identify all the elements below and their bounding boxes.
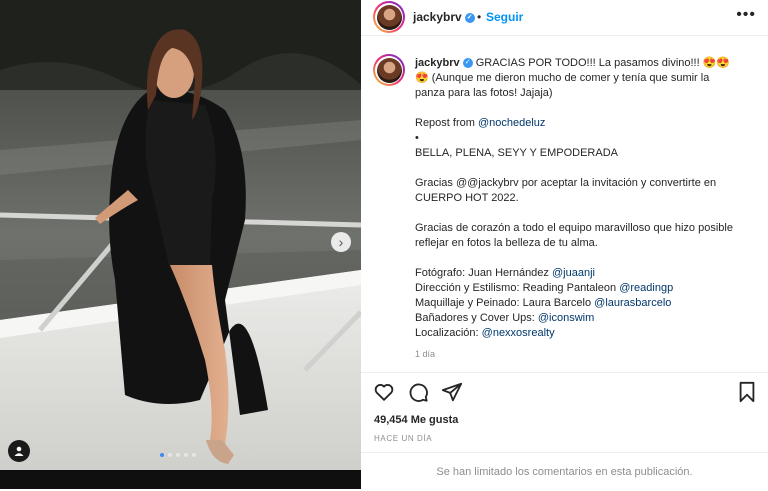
- post-timestamp[interactable]: HACE UN DÍA: [374, 434, 432, 443]
- carousel-dot: [168, 453, 172, 457]
- caption-username[interactable]: jackybrv: [415, 57, 460, 69]
- carousel-next-button[interactable]: ›: [331, 232, 351, 252]
- tag-person-icon: [14, 446, 24, 456]
- credit-mention-link[interactable]: @juaanji: [552, 267, 595, 279]
- carousel-dot: [192, 453, 196, 457]
- caption-text: GRACIAS POR TODO!!! La pasamos divino!!!…: [475, 57, 731, 69]
- caption-spacer: [415, 251, 745, 266]
- credit-mention-link[interactable]: @nexxosrealty: [482, 327, 555, 339]
- caption-spacer: [415, 206, 745, 221]
- caption-line: jackybrv ✓ GRACIAS POR TODO!!! La pasamos…: [415, 56, 745, 71]
- thanks-prefix: Gracias @: [415, 177, 468, 189]
- thanks-line: Gracias @@jackybrv por aceptar la invita…: [415, 176, 745, 191]
- credit-line: Maquillaje y Peinado: Laura Barcelo @lau…: [415, 296, 745, 311]
- thanks-line: CUERPO HOT 2022.: [415, 192, 519, 204]
- team-line: Gracias de corazón a todo el equipo mara…: [415, 222, 733, 234]
- credit-line: Fotógrafo: Juan Hernández @juaanji: [415, 266, 745, 281]
- post-photo[interactable]: ›: [0, 0, 361, 489]
- share-icon[interactable]: [441, 381, 463, 403]
- thanks-rest: por aceptar la invitación y convertirte …: [518, 177, 717, 189]
- separator-dot: •: [477, 10, 482, 24]
- carousel-dot: [184, 453, 188, 457]
- credit-line: Bañadores y Cover Ups: @iconswim: [415, 311, 745, 326]
- caption-avatar[interactable]: [373, 54, 405, 86]
- team-line: reflejar en fotos la belleza de tu alma.: [415, 237, 598, 249]
- more-options-icon[interactable]: •••: [736, 6, 756, 24]
- username-text[interactable]: jackybrv: [413, 10, 462, 24]
- tagged-people-button[interactable]: [8, 440, 30, 462]
- carousel-dot: [160, 453, 164, 457]
- post-header: jackybrv ✓ • Seguir •••: [361, 0, 768, 36]
- credit-mention-link[interactable]: @readingp: [619, 282, 673, 294]
- credit-label: Dirección y Estilismo: Reading Pantaleon: [415, 282, 620, 294]
- repost-prefix: Repost from: [415, 117, 478, 129]
- verified-badge-icon: ✓: [464, 12, 475, 23]
- header-username[interactable]: jackybrv ✓: [413, 10, 475, 24]
- verified-badge-icon: ✓: [462, 58, 473, 69]
- carousel-indicator: [160, 453, 196, 457]
- credit-mention-link[interactable]: @iconswim: [538, 312, 594, 324]
- tagline: BELLA, PLENA, SEYY Y EMPODERADA: [415, 147, 618, 159]
- credit-label: Bañadores y Cover Ups:: [415, 312, 538, 324]
- post-details-panel: jackybrv ✓ • Seguir ••• jackybrv ✓ GRACIAS…: [361, 0, 768, 489]
- post-caption: jackybrv ✓ GRACIAS POR TODO!!! La pasamos…: [415, 56, 745, 341]
- thanks-mention[interactable]: @jackybrv: [467, 177, 519, 189]
- caption-timestamp[interactable]: 1 día: [415, 349, 435, 359]
- avatar[interactable]: [373, 1, 405, 33]
- credit-line: Localización: @nexxosrealty: [415, 326, 745, 341]
- credit-label: Fotógrafo: Juan Hernández: [415, 267, 552, 279]
- action-bar: [361, 372, 768, 413]
- like-icon[interactable]: [373, 381, 395, 403]
- comments-limited-notice: Se han limitado los comentarios en esta …: [361, 452, 768, 490]
- credit-line: Dirección y Estilismo: Reading Pantaleon…: [415, 281, 745, 296]
- caption-spacer: [415, 101, 745, 116]
- bullet-line: •: [415, 132, 419, 144]
- repost-mention-link[interactable]: @nochedeluz: [478, 117, 545, 129]
- chevron-right-icon: ›: [338, 234, 344, 250]
- caption-spacer: [415, 161, 745, 176]
- credit-mention-link[interactable]: @laurasbarcelo: [594, 297, 671, 309]
- caption-line: 😍 (Aunque me dieron mucho de comer y ten…: [415, 72, 710, 84]
- carousel-dot: [176, 453, 180, 457]
- save-icon[interactable]: [737, 381, 757, 403]
- comment-icon[interactable]: [407, 381, 429, 403]
- repost-line: Repost from @nochedeluz: [415, 116, 745, 131]
- post-image: [0, 0, 361, 470]
- credit-label: Maquillaje y Peinado: Laura Barcelo: [415, 297, 595, 309]
- likes-count[interactable]: 49,454 Me gusta: [374, 414, 458, 426]
- credit-label: Localización:: [415, 327, 482, 339]
- caption-line: panza para las fotos! Jajaja): [415, 87, 553, 99]
- follow-button[interactable]: Seguir: [486, 10, 523, 24]
